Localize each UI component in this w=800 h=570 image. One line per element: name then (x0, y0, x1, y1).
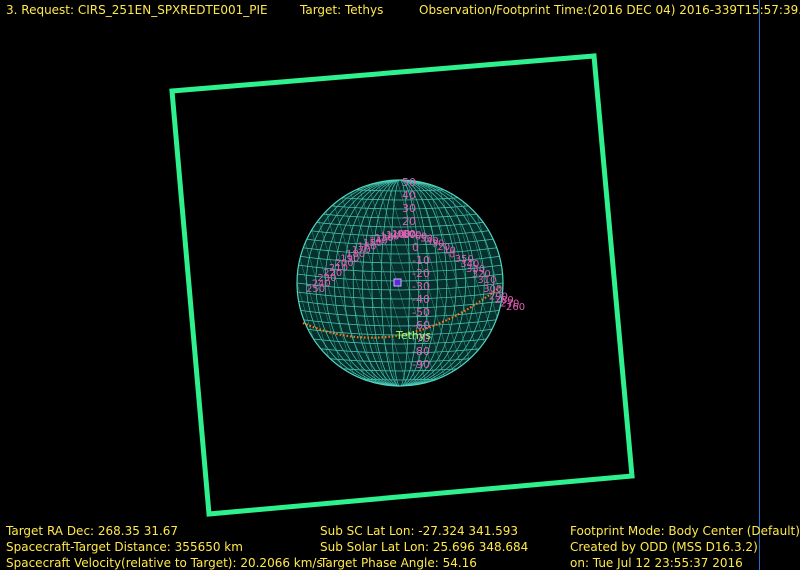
grid-hatch (147, 180, 207, 386)
right-divider-line (759, 0, 760, 570)
grid-hatch (496, 180, 503, 386)
latitude-label: -10 (412, 254, 430, 267)
footprint-mode: Footprint Mode: Body Center (Default) (570, 524, 800, 538)
target-phase-angle: Target Phase Angle: 54.16 (320, 556, 477, 570)
latitude-label: 30 (402, 202, 416, 215)
sub-solar-lat-lon: Sub Solar Lat Lon: 25.696 348.684 (320, 540, 529, 554)
latitude-label: 0 (412, 241, 419, 254)
latitude-label: -30 (412, 280, 430, 293)
latitude-label: -90 (412, 358, 430, 371)
grid-hatch (117, 180, 177, 386)
latitude-label: 20 (402, 215, 416, 228)
latitude-label: -50 (412, 306, 430, 319)
grid-hatch (297, 180, 298, 386)
target-ra-dec: Target RA Dec: 268.35 31.67 (6, 524, 179, 538)
observation-time-label: Observation/Footprint Time:(2016 DEC 04)… (419, 3, 800, 17)
grid-hatch (107, 180, 167, 386)
spacecraft-velocity: Spacecraft Velocity(relative to Target):… (6, 556, 323, 570)
sub-sc-lat-lon: Sub SC Lat Lon: -27.324 341.593 (320, 524, 519, 538)
latitude-label: -80 (412, 345, 430, 358)
created-by: Created by ODD (MSS D16.3.2) (570, 540, 758, 554)
body-label: Tethys (395, 329, 431, 342)
grid-hatch (217, 180, 277, 386)
grid-hatch (227, 180, 287, 386)
grid-hatch (177, 180, 237, 386)
latitude-label: -20 (412, 267, 430, 280)
spacecraft-target-distance: Spacecraft-Target Distance: 355650 km (6, 540, 243, 554)
observation-view: 50403020100-10-20-30-40-50-60-70-80-90 2… (97, 53, 635, 517)
created-on: on: Tue Jul 12 23:55:37 2016 (570, 556, 743, 570)
latitude-label: 50 (402, 176, 416, 189)
request-label: 3. Request: CIRS_251EN_SPXREDTE001_PIE (6, 3, 268, 17)
longitude-label: 260 (506, 302, 525, 313)
grid-hatch (127, 180, 187, 386)
grid-hatch (97, 180, 157, 386)
latitude-label: 40 (402, 189, 416, 202)
grid-hatch (207, 180, 267, 386)
target-label: Target: Tethys (300, 3, 384, 17)
sub-spacecraft-marker (393, 278, 402, 287)
latitude-label: -40 (412, 293, 430, 306)
grid-hatch (197, 180, 257, 386)
